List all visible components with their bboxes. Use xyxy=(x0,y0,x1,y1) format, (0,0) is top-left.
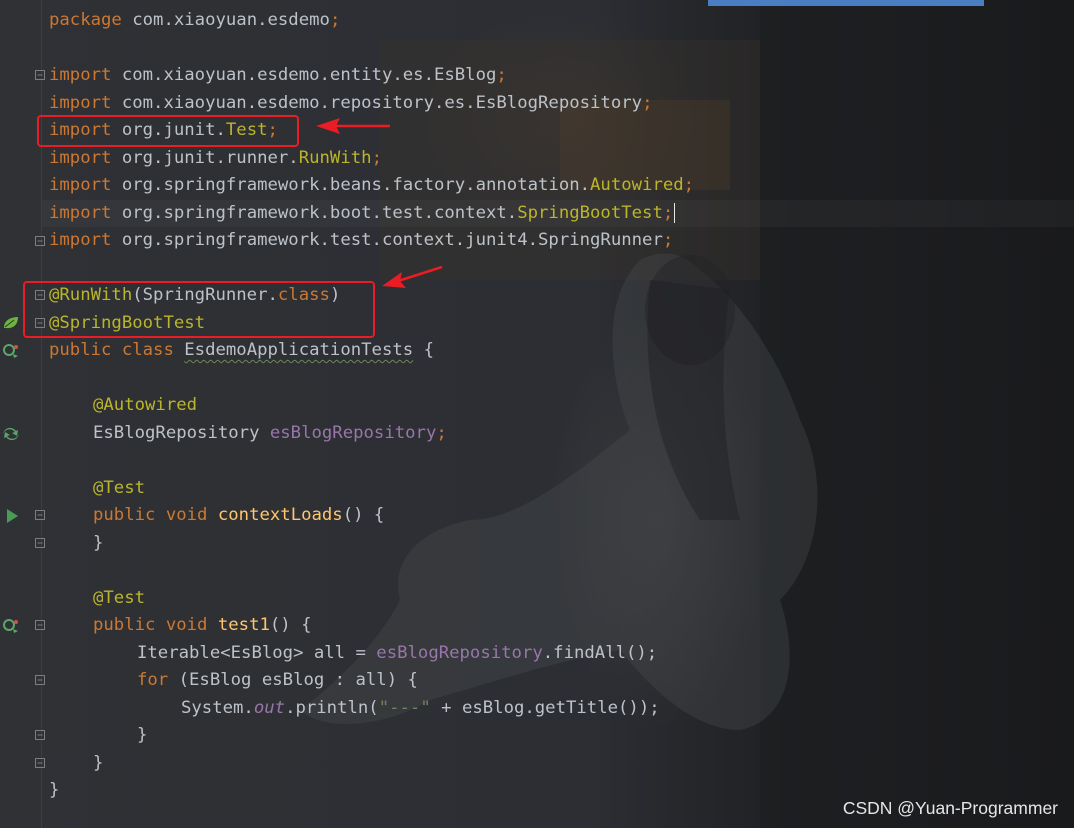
code-line-method-decl: public void contextLoads() { xyxy=(93,505,385,525)
code-line-close: } xyxy=(93,753,104,773)
code-line-close: } xyxy=(49,780,60,800)
highlight-box-import-test xyxy=(37,115,299,147)
code-line-annotation: @Test xyxy=(93,478,146,498)
code-line-statement: System.out.println("---" + esBlog.getTit… xyxy=(181,698,660,718)
code-line-import: import com.xiaoyuan.esdemo.entity.es.EsB… xyxy=(49,65,507,85)
code-line-close: } xyxy=(137,725,148,745)
code-editor[interactable]: package com.xiaoyuan.esdemo; import com.… xyxy=(0,0,1074,828)
code-line-import: import org.springframework.boot.test.con… xyxy=(49,203,676,223)
code-line-annotation: @Test xyxy=(93,588,146,608)
code-line-statement: Iterable<EsBlog> all = esBlogRepository.… xyxy=(137,643,658,663)
code-line-import: import org.junit.runner.RunWith; xyxy=(49,148,382,168)
code-line-import: import com.xiaoyuan.esdemo.repository.es… xyxy=(49,93,653,113)
code-line-import: import org.springframework.test.context.… xyxy=(49,230,674,250)
highlight-box-annotations xyxy=(23,281,375,338)
code-line-annotation: @Autowired xyxy=(93,395,198,415)
text-caret xyxy=(674,203,676,223)
code-line-close: } xyxy=(93,533,104,553)
code-line-field: EsBlogRepository esBlogRepository; xyxy=(93,423,447,443)
code-line-class-decl: public class EsdemoApplicationTests { xyxy=(49,340,434,360)
code-line-for: for (EsBlog esBlog : all) { xyxy=(137,670,418,690)
watermark: CSDN @Yuan-Programmer xyxy=(842,798,1058,818)
code-line-package: package com.xiaoyuan.esdemo; xyxy=(49,10,341,30)
code-line-import: import org.springframework.beans.factory… xyxy=(49,175,695,195)
code-line-method-decl: public void test1() { xyxy=(93,615,312,635)
